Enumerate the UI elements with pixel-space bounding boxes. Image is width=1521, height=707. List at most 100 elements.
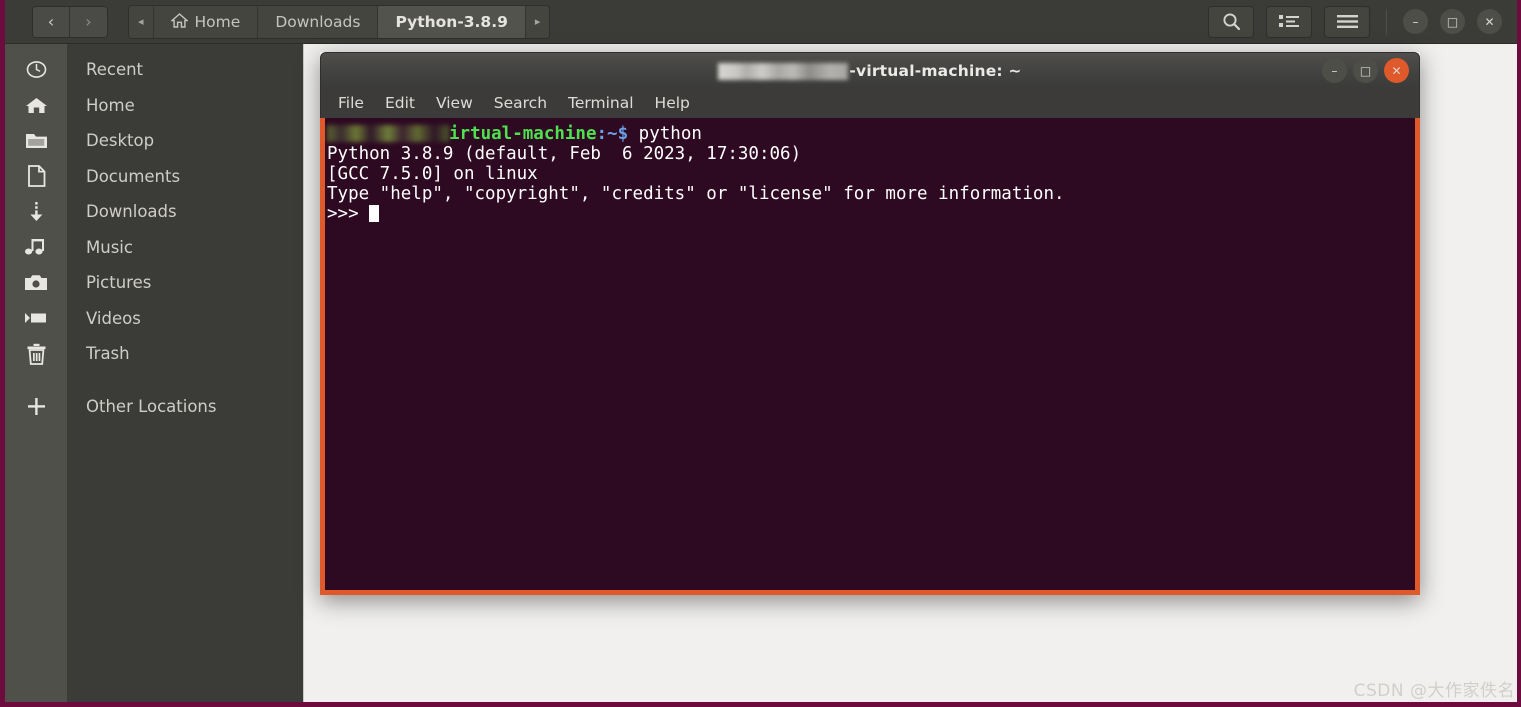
window-maximize-button[interactable]: □ [1440,9,1465,34]
terminal-minimize-button[interactable]: – [1322,58,1347,83]
terminal-line-prompt: irtual-machine:~$ python [327,124,1415,144]
window-minimize-button[interactable]: – [1403,9,1428,34]
close-icon: ✕ [1484,14,1495,29]
terminal-maximize-button[interactable]: □ [1353,58,1378,83]
sidebar-label-videos: Videos [86,308,141,328]
terminal-line-version: Python 3.8.9 (default, Feb 6 2023, 17:30… [327,144,802,164]
breadcrumb-label-current: Python-3.8.9 [395,12,508,31]
sidebar-label-desktop: Desktop [86,131,155,151]
breadcrumb-scroll-right-button[interactable]: ▸ [525,5,550,38]
terminal-title: -virtual-machine: ~ [718,62,1021,80]
screen-root: ‹ › ◂ Home Downloads Python-3.8.9 ▸ – □ … [0,0,1521,707]
sidebar-item-recent[interactable]: Recent [5,52,303,88]
terminal-line-gcc: [GCC 7.5.0] on linux [327,164,538,184]
breadcrumb-item-downloads[interactable]: Downloads [258,5,379,38]
sidebar-places-list: Recent Home Desktop Documents Downloads … [5,44,303,424]
maximize-icon: □ [1446,14,1459,29]
minimize-icon: – [1331,63,1338,78]
sidebar-item-trash[interactable]: Trash [5,336,303,372]
close-icon: ✕ [1391,63,1402,78]
terminal-window: -virtual-machine: ~ – □ ✕ File Edit View… [320,52,1420,595]
chevron-left-icon: ‹ [47,12,55,31]
menu-search[interactable]: Search [485,91,556,115]
forward-button[interactable]: › [70,6,107,37]
terminal-line-help: Type "help", "copyright", "credits" or "… [327,184,1065,204]
search-button[interactable] [1208,5,1254,38]
terminal-output: irtual-machine:~$ python Python 3.8.9 (de… [327,124,1415,224]
triangle-left-icon: ◂ [138,15,144,28]
home-icon [170,13,188,28]
toolbar-divider [1386,8,1387,35]
header-bar: ‹ › ◂ Home Downloads Python-3.8.9 ▸ – □ … [5,0,1517,44]
terminal-title-bar[interactable]: -virtual-machine: ~ – □ ✕ [320,52,1420,88]
chevron-right-icon: › [85,12,92,31]
sidebar-label-pictures: Pictures [86,273,152,293]
sidebar-item-videos[interactable]: Videos [5,301,303,337]
text-cursor [369,205,380,222]
home-icon [5,96,67,115]
sidebar-label-trash: Trash [86,344,130,364]
hamburger-menu-icon [1336,14,1358,29]
view-list-icon [1279,14,1299,29]
terminal-command: python [638,124,702,144]
terminal-body[interactable]: irtual-machine:~$ python Python 3.8.9 (de… [320,118,1420,595]
terminal-line-repl-prompt: >>> [327,204,1415,224]
plus-icon [5,396,67,417]
download-arrow-icon [5,201,67,223]
sidebar-item-other-locations[interactable]: Other Locations [5,389,303,425]
main-menu-button[interactable] [1324,5,1370,38]
sidebar-label-other-locations: Other Locations [86,396,217,416]
terminal-window-controls: – □ ✕ [1322,58,1409,83]
sidebar-label-home: Home [86,95,135,115]
header-right-group: – □ ✕ [1208,5,1517,38]
trash-icon [5,343,67,365]
window-close-button[interactable]: ✕ [1477,9,1502,34]
clock-icon [5,59,67,80]
breadcrumb-item-home[interactable]: Home [153,5,259,38]
menu-edit[interactable]: Edit [376,91,424,115]
terminal-menu-bar: File Edit View Search Terminal Help [320,88,1420,118]
sidebar-item-music[interactable]: Music [5,230,303,266]
sidebar-item-pictures[interactable]: Pictures [5,265,303,301]
redacted-username-block [718,63,849,80]
terminal-close-button[interactable]: ✕ [1384,58,1409,83]
camera-icon [5,273,67,292]
menu-file[interactable]: File [329,91,373,115]
search-icon [1222,12,1241,31]
video-camera-icon [5,310,67,326]
sidebar-item-desktop[interactable]: Desktop [5,123,303,159]
menu-view[interactable]: View [427,91,482,115]
header-left-group: ‹ › ◂ Home Downloads Python-3.8.9 ▸ [5,4,551,39]
csdn-watermark: CSDN @大作家佚名 [1353,681,1515,701]
sidebar: Recent Home Desktop Documents Downloads … [5,44,303,702]
folder-icon [5,131,67,150]
terminal-prompt-host: irtual-machine [449,124,597,144]
view-options-button[interactable] [1266,5,1312,38]
back-button[interactable]: ‹ [33,6,70,37]
terminal-prompt-path: :~$ [596,124,639,144]
music-note-icon [5,237,67,257]
repl-prompt: >>> [327,204,370,224]
sidebar-label-downloads: Downloads [86,202,177,222]
navigation-button-group: ‹ › [32,5,108,38]
breadcrumb-item-python-3-8-9[interactable]: Python-3.8.9 [378,5,526,38]
minimize-icon: – [1412,14,1419,29]
sidebar-item-home[interactable]: Home [5,88,303,124]
triangle-right-icon: ▸ [534,15,541,28]
sidebar-label-documents: Documents [86,166,181,186]
breadcrumb-scroll-left-button[interactable]: ◂ [129,5,154,38]
sidebar-label-recent: Recent [86,60,144,80]
breadcrumb-label-home: Home [194,12,241,31]
sidebar-item-documents[interactable]: Documents [5,159,303,195]
redacted-user-host-block [327,125,449,142]
document-icon [5,165,67,188]
sidebar-label-music: Music [86,237,133,257]
breadcrumb-label-downloads: Downloads [275,12,361,31]
menu-help[interactable]: Help [646,91,699,115]
maximize-icon: □ [1359,63,1372,78]
breadcrumb: ◂ Home Downloads Python-3.8.9 ▸ [128,4,551,39]
menu-terminal[interactable]: Terminal [559,91,643,115]
terminal-title-text: -virtual-machine: ~ [849,61,1022,80]
sidebar-item-downloads[interactable]: Downloads [5,194,303,230]
